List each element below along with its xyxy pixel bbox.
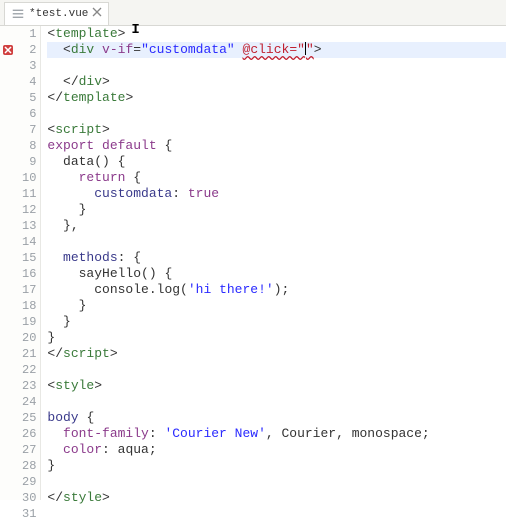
line-number-gutter: 1 2 3 4 5 6 7 8 9 10 11 12 13 14 15 16 1… — [16, 26, 41, 500]
text-cursor-icon: I — [131, 22, 139, 38]
code-line[interactable] — [47, 474, 506, 490]
code-line[interactable] — [47, 394, 506, 410]
code-line[interactable]: <script> — [47, 122, 506, 138]
code-line[interactable]: </div> — [47, 74, 506, 90]
close-icon[interactable] — [92, 7, 102, 21]
code-line[interactable]: } — [47, 458, 506, 474]
code-line[interactable]: } — [47, 330, 506, 346]
code-line[interactable] — [47, 362, 506, 378]
code-line[interactable]: </template> — [47, 90, 506, 106]
error-marker-icon — [0, 42, 16, 58]
code-area[interactable]: <template>I <div v-if="customdata" @clic… — [41, 26, 506, 500]
code-line[interactable]: font-family: 'Courier New', Courier, mon… — [47, 426, 506, 442]
tab-filename: *test.vue — [29, 8, 88, 20]
code-line[interactable]: console.log('hi there!'); — [47, 282, 506, 298]
code-editor[interactable]: 1 2 3 4 5 6 7 8 9 10 11 12 13 14 15 16 1… — [0, 26, 506, 500]
code-line[interactable]: </script> — [47, 346, 506, 362]
code-line[interactable]: } — [47, 298, 506, 314]
code-line[interactable]: <div v-if="customdata" @click=""> — [47, 42, 506, 58]
code-line[interactable]: <template>I — [47, 26, 506, 42]
code-line[interactable]: } — [47, 202, 506, 218]
code-line[interactable]: data() { — [47, 154, 506, 170]
editor-tab[interactable]: *test.vue — [4, 2, 109, 25]
code-line[interactable]: export default { — [47, 138, 506, 154]
code-line[interactable] — [47, 506, 506, 522]
code-line[interactable]: methods: { — [47, 250, 506, 266]
code-line[interactable] — [47, 106, 506, 122]
code-line[interactable] — [47, 234, 506, 250]
code-line[interactable]: sayHello() { — [47, 266, 506, 282]
code-line[interactable]: customdata: true — [47, 186, 506, 202]
code-line[interactable]: body { — [47, 410, 506, 426]
code-line[interactable]: } — [47, 314, 506, 330]
marker-column — [0, 26, 16, 500]
code-line[interactable]: return { — [47, 170, 506, 186]
tab-bar: *test.vue — [0, 0, 506, 26]
code-line[interactable]: </style> — [47, 490, 506, 506]
code-line[interactable] — [47, 58, 506, 74]
code-line[interactable]: }, — [47, 218, 506, 234]
code-line[interactable]: color: aqua; — [47, 442, 506, 458]
file-lines-icon — [11, 7, 25, 21]
syntax-error: @click=" — [243, 42, 305, 57]
code-line[interactable]: <style> — [47, 378, 506, 394]
